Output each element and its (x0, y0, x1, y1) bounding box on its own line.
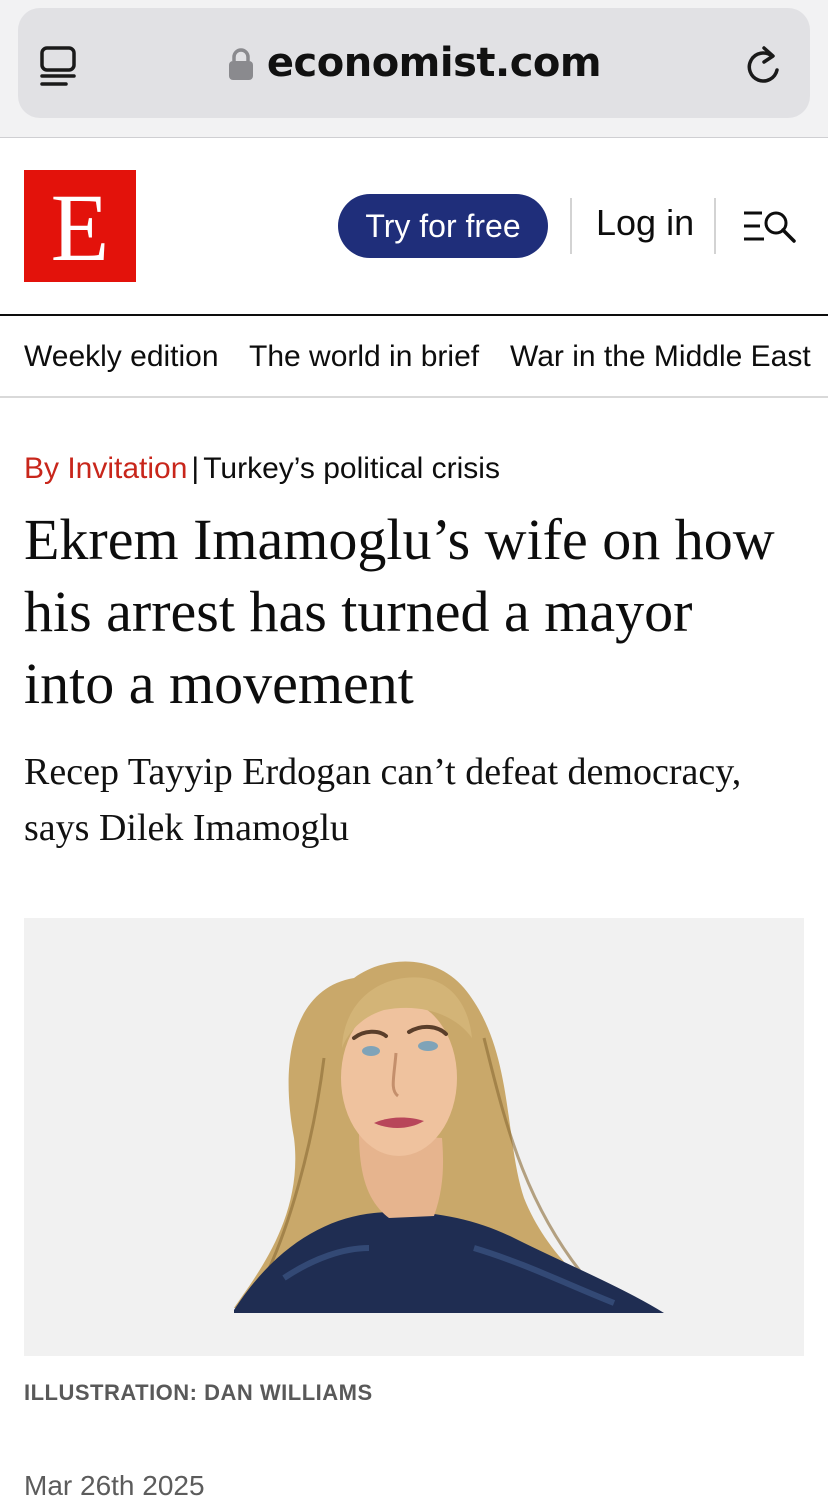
reload-icon[interactable] (742, 44, 784, 88)
article-kicker: By Invitation | Turkey’s political crisis (24, 452, 500, 486)
lock-icon (228, 48, 253, 80)
article-standfirst: Recep Tayyip Erdogan can’t defeat democr… (24, 751, 742, 849)
try-for-free-button[interactable]: Try for free (338, 194, 548, 258)
header-divider (714, 198, 716, 254)
header-divider (570, 198, 572, 254)
portrait-illustration (24, 918, 804, 1356)
section-nav: Weekly edition The world in brief War in… (0, 318, 828, 398)
logo-letter: E (50, 174, 110, 281)
nav-item-war-middle-east[interactable]: War in the Middle East (510, 340, 811, 374)
site-header: E Try for free Log in (0, 138, 828, 316)
login-link[interactable]: Log in (596, 202, 694, 244)
nav-item-world-in-brief[interactable]: The world in brief (249, 340, 479, 374)
publish-date: Mar 26th 2025 (24, 1470, 205, 1501)
url-text: economist.com (266, 40, 602, 86)
economist-logo[interactable]: E (24, 170, 136, 282)
article-illustration (24, 918, 804, 1356)
menu-search-icon[interactable] (742, 208, 798, 244)
image-caption: ILLUSTRATION: DAN WILLIAMS (24, 1380, 373, 1405)
kicker-separator: | (191, 452, 200, 485)
topic-link[interactable]: Turkey’s political crisis (203, 452, 500, 485)
browser-address-bar: economist.com (0, 0, 828, 138)
url-field[interactable]: economist.com (18, 8, 810, 118)
nav-item-weekly-edition[interactable]: Weekly edition (24, 340, 219, 374)
article-headline: Ekrem Imamoglu’s wife on how his arrest … (24, 507, 775, 716)
section-link[interactable]: By Invitation (24, 452, 187, 485)
